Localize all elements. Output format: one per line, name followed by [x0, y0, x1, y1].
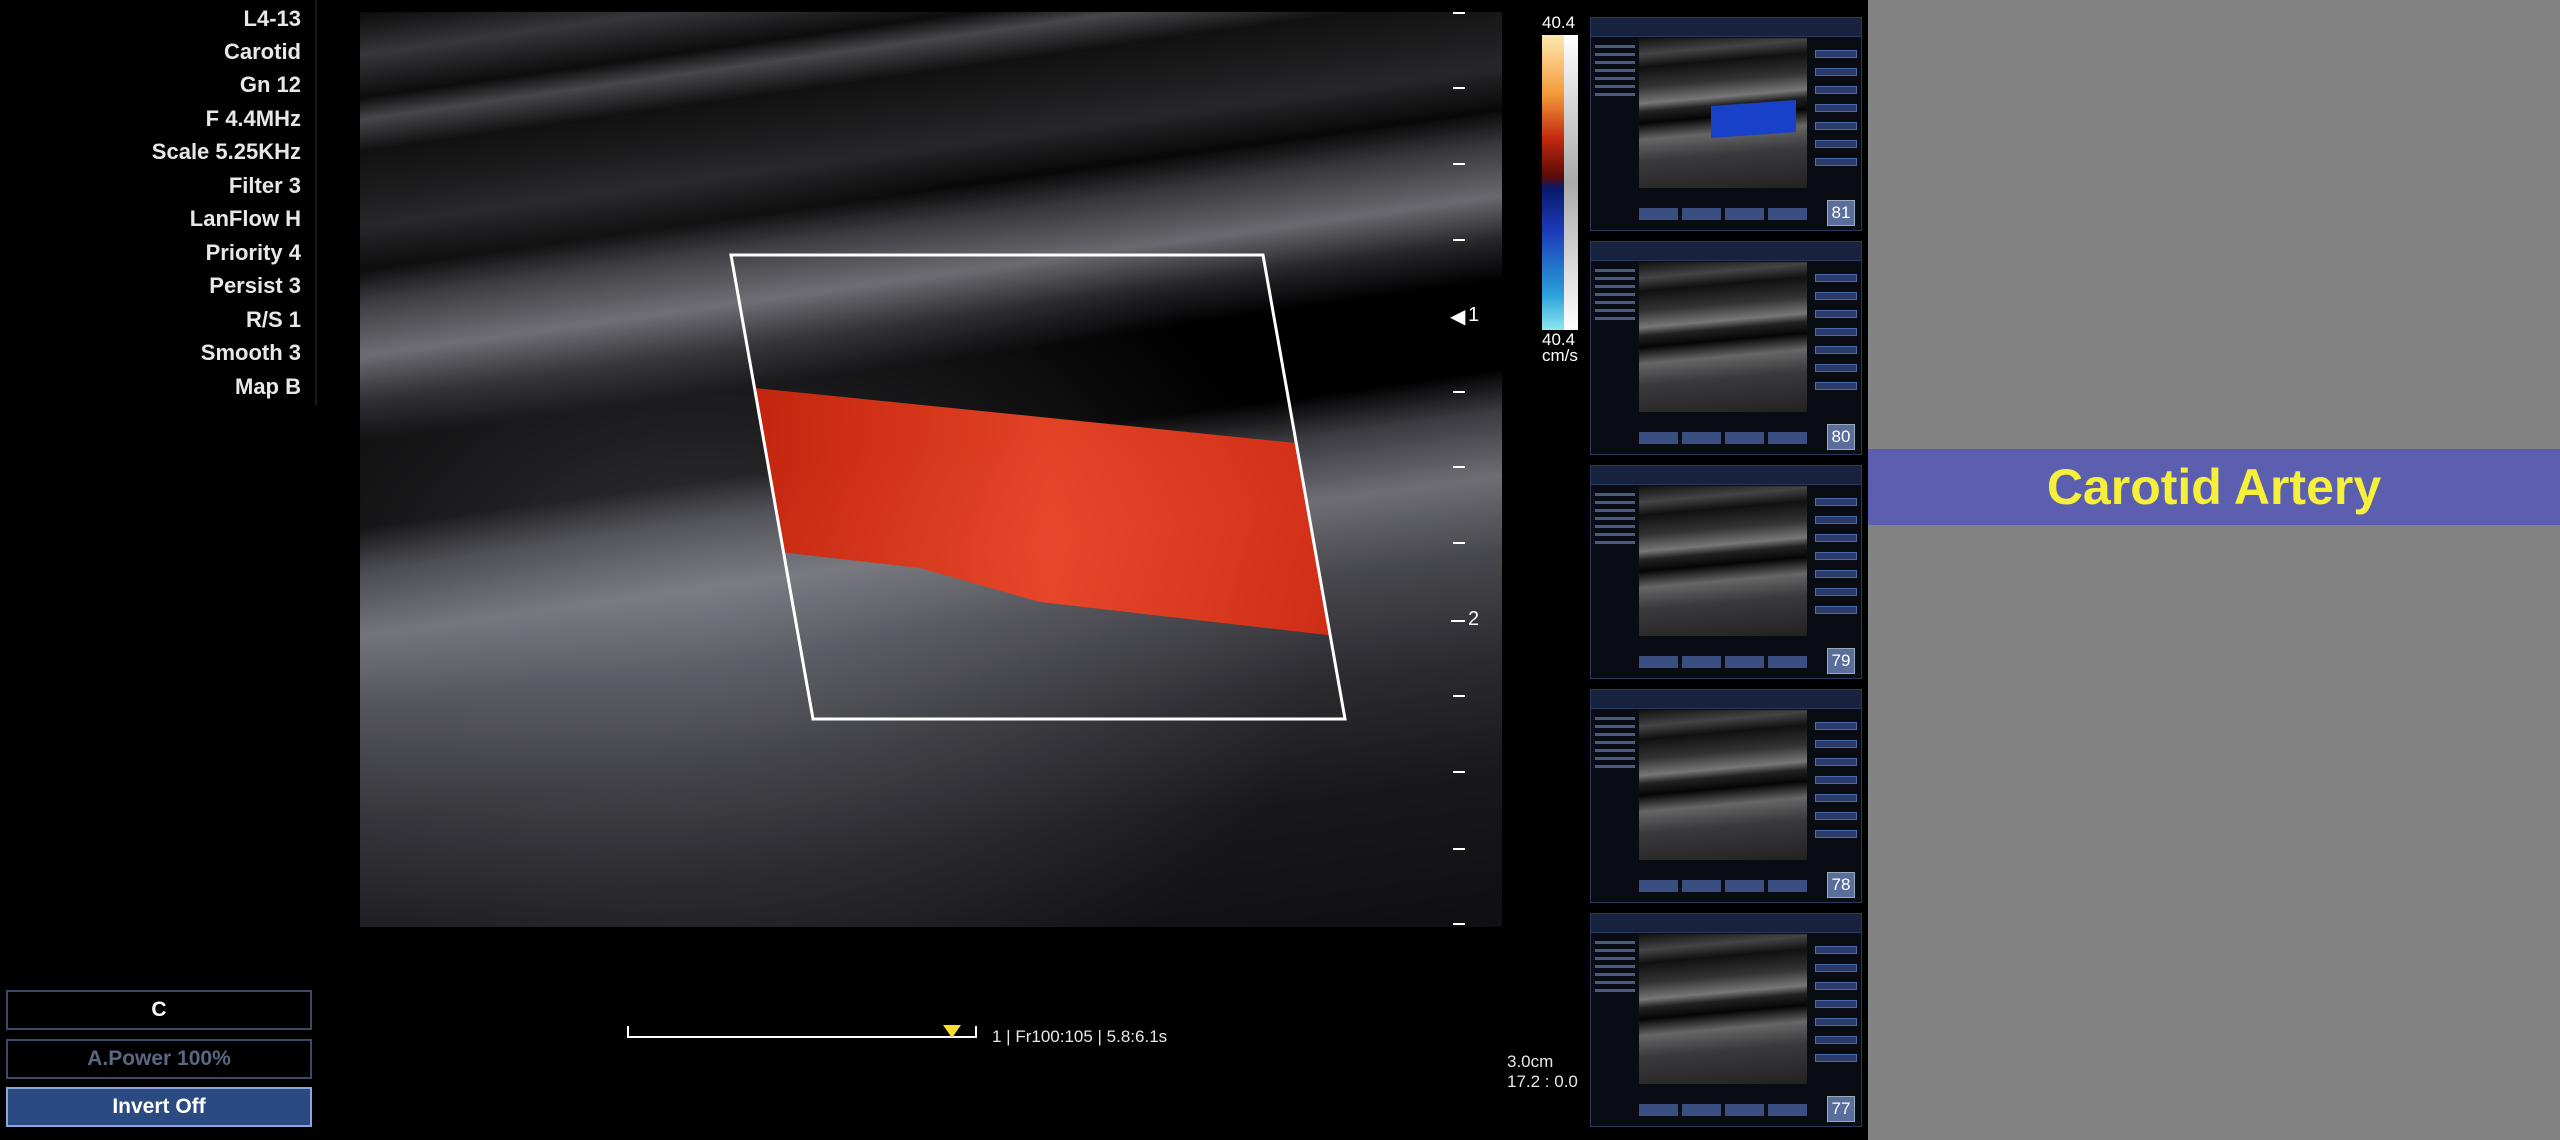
depth-tick — [1453, 163, 1465, 165]
frame-info: 1 | Fr100:105 | 5.8:6.1s — [992, 1027, 1168, 1046]
depth-marker-icon: ◀ — [1450, 306, 1466, 328]
depth-marker-2: 2 — [1468, 608, 1480, 630]
thumbnail-number: 77 — [1827, 1096, 1855, 1122]
color-scale-bar — [1542, 35, 1564, 330]
invert-button[interactable]: Invert Off — [6, 1087, 312, 1127]
thumbnail-number: 80 — [1827, 424, 1855, 450]
thumbnail-buttons — [1639, 880, 1807, 892]
thumbnail[interactable]: 78 — [1590, 689, 1862, 903]
color-flow-overlay — [729, 253, 1347, 721]
thumbnail-buttons — [1639, 432, 1807, 444]
thumbnail-image — [1639, 262, 1807, 412]
depth-tick — [1453, 391, 1465, 393]
param-frequency: F 4.4MHz — [205, 106, 301, 131]
thumbnail-controls — [1815, 264, 1857, 434]
ratio-value: 17.2 : 0.0 — [1507, 1072, 1578, 1091]
title-banner: Carotid Artery — [1868, 449, 2560, 525]
thumbnail-image — [1639, 486, 1807, 636]
param-rs: R/S 1 — [245, 307, 301, 332]
depth-tick — [1453, 542, 1465, 544]
thumbnail-image — [1639, 710, 1807, 860]
thumbnail-image — [1639, 934, 1807, 1084]
thumbnail-number: 78 — [1827, 872, 1855, 898]
velocity-max: 40.4 — [1542, 13, 1576, 32]
thumbnail-header — [1591, 690, 1861, 709]
thumbnail-header — [1591, 914, 1861, 933]
thumbnail-params — [1595, 712, 1635, 872]
cine-timeline[interactable] — [627, 1036, 977, 1038]
depth-tick — [1453, 771, 1465, 773]
depth-tick — [1453, 923, 1465, 925]
thumbnail-buttons — [1639, 656, 1807, 668]
banner-title: Carotid Artery — [2046, 459, 2382, 515]
thumbnail-buttons — [1639, 208, 1807, 220]
thumbnail-header — [1591, 466, 1861, 485]
depth-tick — [1453, 87, 1465, 89]
thumbnail-number: 79 — [1827, 648, 1855, 674]
thumbnail-controls — [1815, 488, 1857, 658]
thumbnail[interactable]: 80 — [1590, 241, 1862, 455]
thumbnail-params — [1595, 488, 1635, 648]
thumbnail-buttons — [1639, 1104, 1807, 1116]
param-probe: L4-13 — [243, 6, 301, 31]
thumbnail-number: 81 — [1827, 200, 1855, 226]
param-lanflow: LanFlow H — [189, 206, 301, 231]
thumbnail-params — [1595, 264, 1635, 424]
color-scale-bar-gray — [1564, 35, 1578, 330]
cine-position-marker[interactable] — [943, 1025, 961, 1038]
param-priority: Priority 4 — [205, 240, 301, 265]
thumbnail[interactable]: 81 — [1590, 17, 1862, 231]
depth-value: 3.0cm — [1507, 1052, 1554, 1071]
param-persist: Persist 3 — [209, 273, 301, 298]
ultrasound-image[interactable] — [360, 12, 1502, 927]
depth-marker-2-tick — [1451, 620, 1465, 622]
thumbnail-header — [1591, 242, 1861, 261]
thumbnail[interactable]: 79 — [1590, 465, 1862, 679]
thumbnail[interactable]: 77 — [1590, 913, 1862, 1127]
side-panel — [1868, 0, 2560, 1140]
power-button[interactable]: A.Power 100% — [6, 1039, 312, 1079]
param-scale: Scale 5.25KHz — [151, 139, 301, 164]
color-flow-region — [755, 388, 1345, 637]
thumbnail-header — [1591, 18, 1861, 37]
thumbnail-controls — [1815, 936, 1857, 1106]
depth-tick — [1453, 695, 1465, 697]
thumbnail-params — [1595, 40, 1635, 200]
depth-tick — [1453, 12, 1465, 14]
depth-tick — [1453, 466, 1465, 468]
thumbnail-controls — [1815, 712, 1857, 882]
thumbnail-controls — [1815, 40, 1857, 210]
mode-button[interactable]: C — [6, 990, 312, 1030]
cine-end — [975, 1026, 977, 1038]
depth-marker-1: 1 — [1468, 304, 1480, 326]
thumbnail-flow — [1711, 100, 1796, 138]
cine-start — [627, 1026, 629, 1038]
parameter-panel: L4-13 Carotid Gn 12 F 4.4MHz Scale 5.25K… — [0, 0, 317, 405]
param-map: Map B — [235, 374, 301, 399]
param-preset: Carotid — [224, 39, 301, 64]
velocity-unit: cm/s — [1542, 346, 1578, 365]
scale-info: 3.0cm 17.2 : 0.0 — [1507, 1052, 1578, 1092]
param-filter: Filter 3 — [228, 173, 301, 198]
thumbnail-params — [1595, 936, 1635, 1096]
depth-tick — [1453, 848, 1465, 850]
param-gain: Gn 12 — [239, 72, 301, 97]
depth-tick — [1453, 239, 1465, 241]
param-smooth: Smooth 3 — [200, 340, 301, 365]
